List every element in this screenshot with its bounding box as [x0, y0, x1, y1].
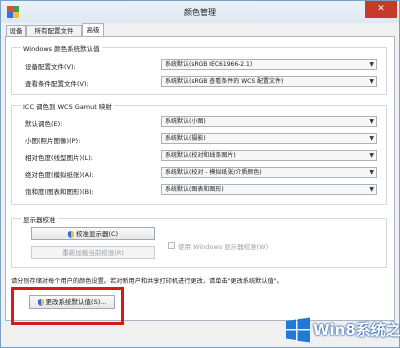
chevron-down-icon: ▼	[369, 118, 374, 125]
uac-shield-icon	[37, 298, 44, 306]
perceptual-value: 系统默认(摄影)	[165, 135, 206, 142]
color-management-window: 颜色管理 ✕ 设备 所有配置文件 高级 Windows 颜色系统默认值 设备配置…	[0, 0, 400, 348]
relative-colorimetric-label: 相对色度(线型图片)(L):	[25, 154, 93, 162]
default-rendering-select[interactable]: 系统默认(小图) ▼	[161, 116, 377, 127]
viewing-conditions-label: 查看条件配置文件(V):	[25, 80, 89, 88]
tab-advanced[interactable]: 高级	[82, 23, 104, 37]
system-defaults-note: 请分别存储对每个用户的颜色设置。若对新用户和共享打印机进行更改，请单击"更改系统…	[11, 278, 283, 285]
use-windows-calibration-label: 使用 Windows 显示器校准(W)	[178, 243, 269, 251]
absolute-colorimetric-select[interactable]: 系统默认(校对 - 模拟纸张/介质颜色) ▼	[161, 167, 377, 178]
windows-defaults-title: Windows 颜色系统默认值	[21, 43, 102, 53]
calibrate-display-label: 校准显示器(C)	[75, 230, 119, 238]
uac-shield-icon	[67, 230, 74, 238]
chevron-down-icon: ▼	[369, 135, 374, 142]
icc-mapping-title: ICC 调色到 WCS Gamut 映射	[21, 101, 114, 111]
title-bar[interactable]: 颜色管理 ✕	[1, 1, 399, 23]
window-title: 颜色管理	[184, 8, 216, 17]
saturation-label: 饱和度(图表和图形)(B):	[25, 188, 94, 196]
change-system-defaults-button[interactable]: 更改系统默认值(S)...	[29, 295, 115, 309]
windows-logo-icon	[286, 317, 310, 343]
default-rendering-label: 默认调色(E):	[25, 120, 63, 128]
close-button[interactable]: ✕	[365, 1, 397, 18]
use-windows-calibration-checkbox[interactable]	[168, 242, 175, 249]
device-profile-label: 设备配置文件(V):	[25, 63, 76, 71]
default-rendering-value: 系统默认(小图)	[165, 118, 206, 125]
chevron-down-icon: ▼	[369, 186, 374, 193]
tab-devices[interactable]: 设备	[6, 25, 26, 36]
tab-all-profiles[interactable]: 所有配置文件	[26, 25, 82, 36]
chevron-down-icon: ▼	[369, 152, 374, 159]
saturation-value: 系统默认(图表和图形)	[165, 186, 224, 193]
watermark-text: Win8系统之家	[313, 321, 400, 339]
perceptual-label: 小图(照片图像)(P):	[25, 137, 81, 145]
chevron-down-icon: ▼	[369, 169, 374, 176]
absolute-colorimetric-label: 绝对色度(模拟纸张)(A):	[25, 171, 94, 179]
saturation-select[interactable]: 系统默认(图表和图形) ▼	[161, 184, 377, 195]
relative-colorimetric-select[interactable]: 系统默认(校对和线条图片) ▼	[161, 150, 377, 161]
display-calibration-title: 显示器校准	[21, 214, 58, 224]
absolute-colorimetric-value: 系统默认(校对 - 模拟纸张/介质颜色)	[165, 169, 262, 176]
viewing-conditions-value: 系统默认(sRGB 查看条件的 WCS 配置文件)	[165, 78, 284, 85]
viewing-conditions-select[interactable]: 系统默认(sRGB 查看条件的 WCS 配置文件) ▼	[161, 76, 377, 87]
calibrate-display-button[interactable]: 校准显示器(C)	[31, 227, 155, 240]
chevron-down-icon: ▼	[369, 78, 374, 85]
perceptual-select[interactable]: 系统默认(摄影) ▼	[161, 133, 377, 144]
reload-calibration-button[interactable]: 重新加载当前校准(R)	[31, 246, 155, 259]
device-profile-select[interactable]: 系统默认(sRGB IEC61966-2.1) ▼	[161, 59, 377, 70]
change-system-defaults-label: 更改系统默认值(S)...	[45, 298, 107, 306]
chevron-down-icon: ▼	[369, 61, 374, 68]
device-profile-value: 系统默认(sRGB IEC61966-2.1)	[165, 61, 253, 68]
relative-colorimetric-value: 系统默认(校对和线条图片)	[165, 152, 236, 159]
